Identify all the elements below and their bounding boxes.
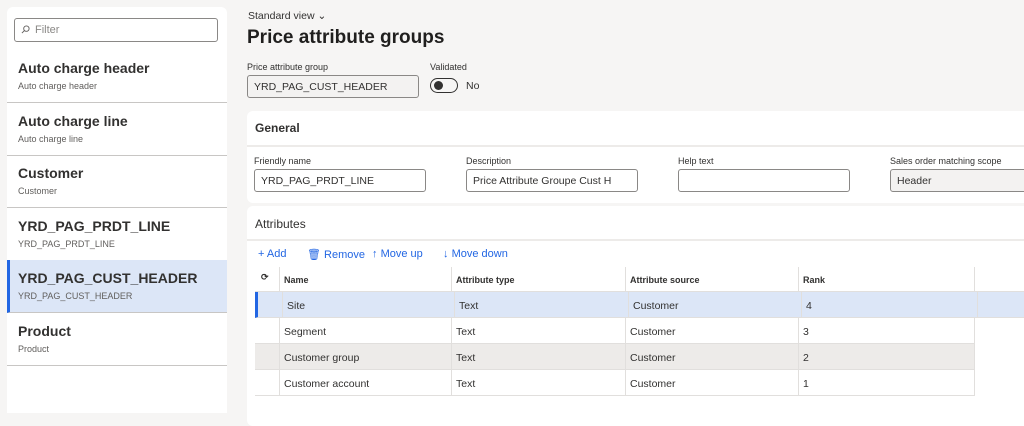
arrow-down-icon: ↓ <box>443 248 449 260</box>
list-item[interactable]: Customer Customer <box>7 155 227 208</box>
field-input[interactable]: Header <box>890 169 1024 192</box>
grid-cell: Segment <box>280 318 452 343</box>
field-label: Friendly name <box>254 156 312 166</box>
list-item[interactable]: YRD_PAG_PRDT_LINE YRD_PAG_PRDT_LINE <box>7 208 227 261</box>
item-subtitle: Customer <box>18 186 58 196</box>
page-title: Price attribute groups <box>247 27 445 48</box>
item-title: Product <box>18 322 71 339</box>
view-selector[interactable]: Standard view ⌄ <box>248 10 326 22</box>
grid-cell: Attribute type <box>452 267 626 291</box>
grid-cell: Name <box>280 267 452 291</box>
trash-icon: 🗑 <box>307 249 321 261</box>
general-section: General Friendly name YRD_PAG_PRDT_LINE De… <box>247 111 1024 203</box>
field-input[interactable] <box>678 169 850 192</box>
move-up-label: Move up <box>380 248 423 260</box>
move-down-label: Move down <box>451 248 508 260</box>
field-input[interactable]: Price Attribute Groupe Cust H <box>466 169 638 192</box>
plus-icon: + <box>258 248 265 260</box>
table-row[interactable]: Segment Text Customer 3 <box>255 318 975 344</box>
field-label: Help text <box>678 156 714 166</box>
grid-cell: 4 <box>802 292 978 317</box>
refresh-icon[interactable]: ⟳ <box>255 267 280 291</box>
remove-button[interactable]: 🗑 Remove <box>307 248 365 261</box>
row-selector[interactable] <box>258 292 283 317</box>
filter-input[interactable]: Filter <box>14 18 218 42</box>
general-title: General <box>255 121 300 135</box>
grid-cell: Text <box>452 344 626 369</box>
field-label: Sales order matching scope <box>890 156 1002 166</box>
grid-cell: Customer account <box>280 370 452 395</box>
grid-cell: 3 <box>799 318 975 343</box>
group-label: Price attribute group <box>247 62 329 72</box>
grid-cell: Customer group <box>280 344 452 369</box>
grid-cell: Attribute source <box>626 267 799 291</box>
table-row[interactable]: Site Text Customer 4 <box>255 292 1024 318</box>
list-panel: Filter Auto charge header Auto charge hea… <box>7 7 227 413</box>
row-selector[interactable] <box>255 344 280 369</box>
field-input[interactable]: YRD_PAG_PRDT_LINE <box>254 169 426 192</box>
grid-cell: Text <box>455 292 629 317</box>
validated-label: Validated <box>430 62 467 72</box>
grid-cell: Customer <box>626 370 799 395</box>
remove-label: Remove <box>324 249 365 261</box>
table-row[interactable]: Customer group Text Customer 2 <box>255 344 975 370</box>
grid-cell: Customer <box>629 292 802 317</box>
item-subtitle: Product <box>18 343 50 354</box>
view-label: Standard view <box>248 10 315 22</box>
grid-cell: Rank <box>799 267 975 291</box>
table-row[interactable]: Customer account Text Customer 1 <box>255 370 975 396</box>
item-title: Auto charge line <box>18 112 128 129</box>
move-down-button[interactable]: ↓ Move down <box>443 248 508 260</box>
list-item[interactable]: YRD_PAG_CUST_HEADER YRD_PAG_CUST_HEADER <box>7 260 227 313</box>
add-button[interactable]: + Add <box>258 248 286 260</box>
list-item[interactable]: Auto charge line Auto charge line <box>7 103 227 156</box>
row-selector[interactable] <box>255 318 280 343</box>
arrow-up-icon: ↑ <box>372 248 378 260</box>
grid-header: ⟳ Name Attribute type Attribute source Rank <box>255 267 1024 292</box>
item-subtitle: Auto charge line <box>18 133 84 144</box>
grid-cell: Text <box>452 370 626 395</box>
grid-cell: Site <box>283 292 455 317</box>
item-subtitle: Auto charge header <box>18 81 98 91</box>
chevron-down-icon: ⌄ <box>317 10 327 22</box>
item-subtitle: YRD_PAG_PRDT_LINE <box>18 238 115 249</box>
list-item[interactable]: Product Product <box>7 313 227 366</box>
grid-cell: 1 <box>799 370 975 395</box>
item-title: Auto charge header <box>18 60 150 76</box>
validated-toggle[interactable] <box>430 78 458 93</box>
group-field[interactable]: YRD_PAG_CUST_HEADER <box>247 75 419 98</box>
grid-cell: Customer <box>626 344 799 369</box>
search-icon <box>21 25 30 34</box>
attributes-section: Attributes + Add 🗑 Remove ↑ Move up ↓ Mo… <box>247 206 1024 426</box>
row-selector[interactable] <box>255 370 280 395</box>
validated-value: No <box>466 80 480 92</box>
item-title: YRD_PAG_CUST_HEADER <box>18 270 198 286</box>
move-up-button[interactable]: ↑ Move up <box>372 248 423 260</box>
add-label: Add <box>266 248 287 260</box>
item-subtitle: YRD_PAG_CUST_HEADER <box>18 291 133 301</box>
filter-placeholder: Filter <box>35 24 60 36</box>
list-item[interactable]: Auto charge header Auto charge header <box>7 50 227 103</box>
grid-cell: Text <box>452 318 626 343</box>
attributes-title: Attributes <box>255 217 306 231</box>
field-label: Description <box>466 156 512 166</box>
item-title: Customer <box>18 165 84 181</box>
grid-cell: 2 <box>799 344 975 369</box>
item-title: YRD_PAG_PRDT_LINE <box>18 217 171 234</box>
grid-cell: Customer <box>626 318 799 343</box>
